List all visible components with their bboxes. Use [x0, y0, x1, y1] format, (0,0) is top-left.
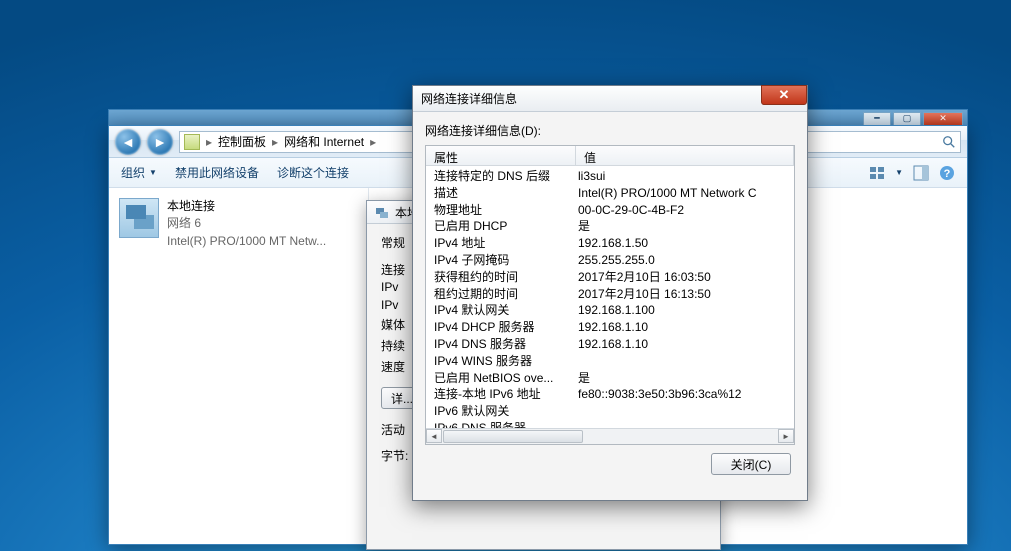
column-property[interactable]: 属性: [426, 146, 576, 165]
minimize-button[interactable]: ━: [863, 112, 891, 126]
horizontal-scrollbar[interactable]: ◄ ►: [426, 428, 794, 444]
view-icon[interactable]: [869, 165, 885, 181]
prop-name: 连接-本地 IPv6 地址: [426, 386, 576, 403]
close-button[interactable]: 关闭(C): [711, 453, 791, 475]
prop-name: 描述: [426, 185, 576, 202]
prop-value: 192.168.1.10: [576, 319, 794, 336]
prop-value: 255.255.255.0: [576, 252, 794, 269]
details-row: IPv4 子网掩码255.255.255.0: [426, 252, 794, 269]
connection-text: 本地连接 网络 6 Intel(R) PRO/1000 MT Netw...: [167, 198, 326, 250]
breadcrumb-separator: ▸: [366, 135, 380, 149]
chevron-down-icon: ▼: [149, 168, 157, 177]
prop-name: IPv4 地址: [426, 235, 576, 252]
details-row: 连接-本地 IPv6 地址fe80::9038:3e50:3b96:3ca%12: [426, 386, 794, 403]
close-button[interactable]: ✕: [761, 85, 807, 105]
breadcrumb-item[interactable]: 网络和 Internet: [284, 133, 364, 150]
scroll-thumb[interactable]: [443, 430, 583, 443]
prop-value: [576, 420, 794, 428]
prop-name: 已启用 NetBIOS ove...: [426, 370, 576, 387]
column-value[interactable]: 值: [576, 146, 794, 165]
details-subtitle: 网络连接详细信息(D):: [425, 122, 795, 139]
connection-item[interactable]: 本地连接 网络 6 Intel(R) PRO/1000 MT Netw...: [115, 194, 362, 254]
maximize-button[interactable]: ▢: [893, 112, 921, 126]
network-icon: [375, 205, 389, 219]
organize-label: 组织: [121, 164, 145, 181]
prop-name: IPv4 WINS 服务器: [426, 353, 576, 370]
back-button[interactable]: ◄: [115, 129, 141, 155]
prop-value: 192.168.1.10: [576, 336, 794, 353]
connection-adapter: Intel(R) PRO/1000 MT Netw...: [167, 233, 326, 250]
search-icon: [942, 135, 956, 149]
details-row: IPv4 地址192.168.1.50: [426, 235, 794, 252]
network-adapter-icon: [119, 198, 159, 238]
details-row: 已启用 NetBIOS ove...是: [426, 370, 794, 387]
connection-name: 本地连接: [167, 198, 326, 215]
disable-label: 禁用此网络设备: [175, 164, 259, 181]
details-title-text: 网络连接详细信息: [421, 90, 517, 107]
details-row: IPv4 DNS 服务器192.168.1.10: [426, 336, 794, 353]
scroll-left-button[interactable]: ◄: [426, 429, 442, 443]
details-row: 已启用 DHCP是: [426, 218, 794, 235]
diagnose-label: 诊断这个连接: [277, 164, 349, 181]
prop-value: 是: [576, 370, 794, 387]
prop-name: 获得租约的时间: [426, 269, 576, 286]
prop-name: 租约过期的时间: [426, 286, 576, 303]
prop-value: li3sui: [576, 168, 794, 185]
details-header: 属性 值: [426, 146, 794, 166]
connection-network: 网络 6: [167, 215, 326, 232]
details-row: 获得租约的时间2017年2月10日 16:03:50: [426, 269, 794, 286]
details-row: IPv6 DNS 服务器: [426, 420, 794, 428]
forward-button[interactable]: ►: [147, 129, 173, 155]
prop-name: 物理地址: [426, 202, 576, 219]
prop-name: 已启用 DHCP: [426, 218, 576, 235]
breadcrumb-item[interactable]: 控制面板: [218, 133, 266, 150]
prop-value: 2017年2月10日 16:03:50: [576, 269, 794, 286]
prop-name: 连接特定的 DNS 后缀: [426, 168, 576, 185]
breadcrumb-separator: ▸: [202, 135, 216, 149]
prop-value: 00-0C-29-0C-4B-F2: [576, 202, 794, 219]
prop-name: IPv4 子网掩码: [426, 252, 576, 269]
prop-value: [576, 403, 794, 420]
prop-value: fe80::9038:3e50:3b96:3ca%12: [576, 386, 794, 403]
details-row: 连接特定的 DNS 后缀li3sui: [426, 168, 794, 185]
breadcrumb-separator: ▸: [268, 135, 282, 149]
prop-value: Intel(R) PRO/1000 MT Network C: [576, 185, 794, 202]
details-row: 描述Intel(R) PRO/1000 MT Network C: [426, 185, 794, 202]
diagnose-button[interactable]: 诊断这个连接: [277, 164, 349, 181]
disable-device-button[interactable]: 禁用此网络设备: [175, 164, 259, 181]
help-icon[interactable]: ?: [939, 165, 955, 181]
prop-value: [576, 353, 794, 370]
close-button[interactable]: ✕: [923, 112, 963, 126]
prop-name: IPv4 DHCP 服务器: [426, 319, 576, 336]
organize-menu[interactable]: 组织 ▼: [121, 164, 157, 181]
details-row: IPv6 默认网关: [426, 403, 794, 420]
prop-value: 2017年2月10日 16:13:50: [576, 286, 794, 303]
details-listview: 属性 值 连接特定的 DNS 后缀li3sui描述Intel(R) PRO/10…: [425, 145, 795, 445]
prop-value: 是: [576, 218, 794, 235]
control-panel-icon: [184, 134, 200, 150]
details-row: 租约过期的时间2017年2月10日 16:13:50: [426, 286, 794, 303]
svg-text:?: ?: [944, 168, 951, 180]
details-row: IPv4 WINS 服务器: [426, 353, 794, 370]
details-titlebar: 网络连接详细信息 ✕: [413, 86, 807, 112]
scroll-right-button[interactable]: ►: [778, 429, 794, 443]
preview-pane-icon[interactable]: [913, 165, 929, 181]
prop-value: 192.168.1.50: [576, 235, 794, 252]
prop-value: 192.168.1.100: [576, 302, 794, 319]
details-row: 物理地址00-0C-29-0C-4B-F2: [426, 202, 794, 219]
chevron-down-icon[interactable]: ▼: [895, 168, 903, 177]
prop-name: IPv6 默认网关: [426, 403, 576, 420]
details-row: IPv4 DHCP 服务器192.168.1.10: [426, 319, 794, 336]
prop-name: IPv4 默认网关: [426, 302, 576, 319]
network-details-dialog: 网络连接详细信息 ✕ 网络连接详细信息(D): 属性 值 连接特定的 DNS 后…: [412, 85, 808, 501]
connection-list: 本地连接 网络 6 Intel(R) PRO/1000 MT Netw...: [109, 188, 369, 544]
prop-name: IPv6 DNS 服务器: [426, 420, 576, 428]
details-row: IPv4 默认网关192.168.1.100: [426, 302, 794, 319]
prop-name: IPv4 DNS 服务器: [426, 336, 576, 353]
